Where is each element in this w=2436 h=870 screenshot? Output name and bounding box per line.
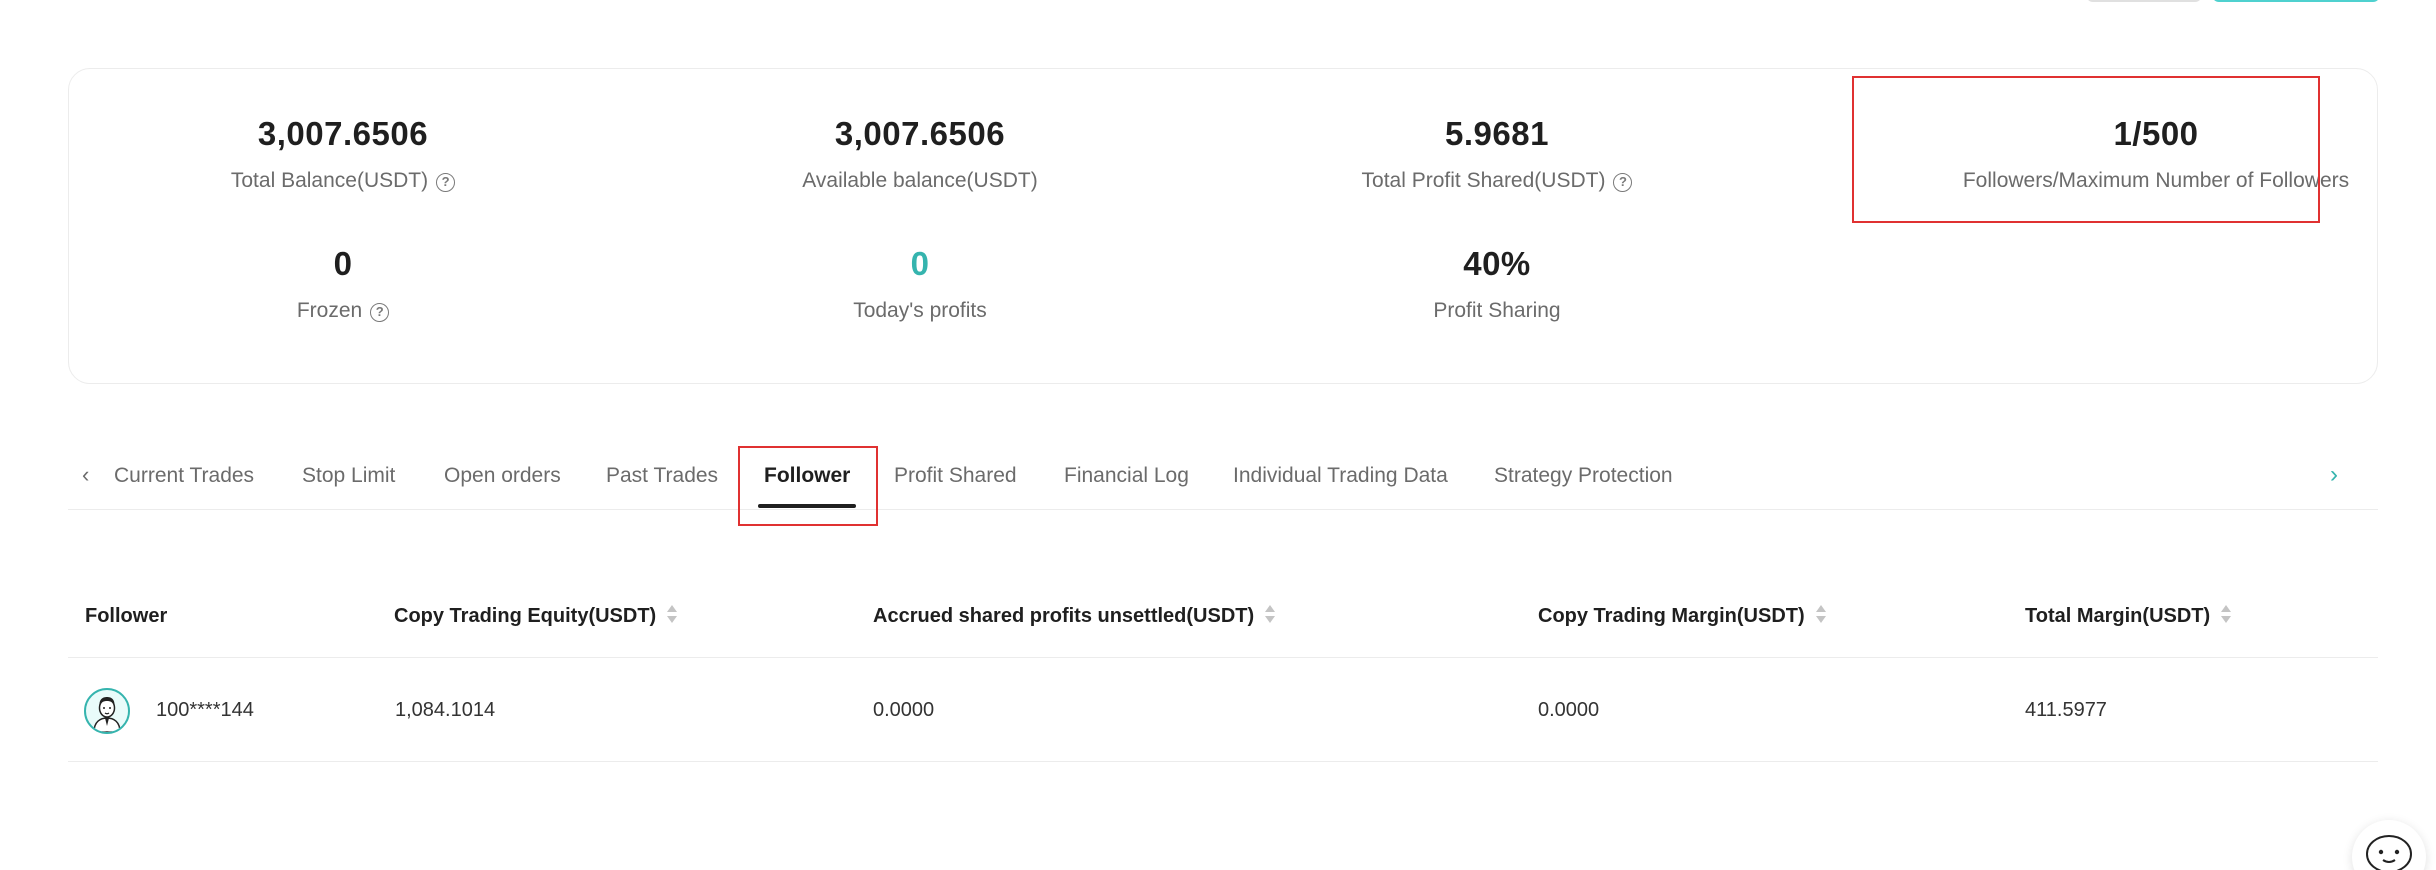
followers-highlight xyxy=(1852,76,2320,223)
column-header-margin-label: Copy Trading Margin(USDT) xyxy=(1538,605,1805,627)
available-balance-value: 3,007.6506 xyxy=(834,115,1006,152)
tab-individual-trading-data[interactable]: Individual Trading Data xyxy=(1233,462,1448,490)
profit-sharing-value: 40% xyxy=(1463,245,1531,282)
top-secondary-button[interactable] xyxy=(2086,0,2202,2)
profit-sharing-label: Profit Sharing xyxy=(1433,299,1561,322)
top-primary-button[interactable] xyxy=(2212,0,2380,2)
frozen-value: 0 xyxy=(333,245,353,282)
total-profit-shared-label-row: Total Profit Shared(USDT)? xyxy=(1217,167,1777,195)
chevron-right-icon[interactable]: › xyxy=(2330,462,2352,488)
tab-open-orders[interactable]: Open orders xyxy=(444,462,561,490)
tab-past-trades[interactable]: Past Trades xyxy=(606,462,718,490)
stat-todays-profits: 0 Today's profits xyxy=(640,243,1200,325)
frozen-label-row: Frozen? xyxy=(63,297,623,325)
cell-total-margin: 411.5977 xyxy=(2025,699,2107,721)
total-balance-value: 3,007.6506 xyxy=(257,115,429,152)
tab-current-trades[interactable]: Current Trades xyxy=(114,462,254,490)
help-icon[interactable]: ? xyxy=(370,303,390,322)
stat-available-balance: 3,007.6506 Available balance(USDT) xyxy=(640,113,1200,195)
table-row[interactable]: 100****144 1,084.1014 0.0000 0.0000 411.… xyxy=(68,658,2378,762)
account-fragment: 0_ xyxy=(128,0,146,2)
sort-icon[interactable] xyxy=(1815,604,1827,626)
column-header-total-margin-label: Total Margin(USDT) xyxy=(2025,605,2211,627)
help-icon[interactable]: ? xyxy=(436,173,456,192)
sort-icon[interactable] xyxy=(666,604,678,626)
column-header-equity[interactable]: Copy Trading Equity(USDT) xyxy=(394,602,678,630)
total-balance-label-row: Total Balance(USDT)? xyxy=(63,167,623,195)
avatar xyxy=(84,688,130,734)
cell-equity: 1,084.1014 xyxy=(395,699,496,721)
column-header-accrued[interactable]: Accrued shared profits unsettled(USDT) xyxy=(873,602,1276,630)
support-chat-button[interactable] xyxy=(2352,820,2426,870)
tab-financial-log[interactable]: Financial Log xyxy=(1064,462,1189,490)
stat-total-profit-shared: 5.9681 Total Profit Shared(USDT)? xyxy=(1217,113,1777,195)
total-profit-shared-value: 5.9681 xyxy=(1445,115,1549,152)
cell-margin: 0.0000 xyxy=(1538,699,1600,721)
total-balance-label: Total Balance(USDT) xyxy=(230,169,429,192)
stat-profit-sharing: 40% Profit Sharing xyxy=(1217,243,1777,325)
account-switcher[interactable]: 0_ xyxy=(78,0,148,4)
help-icon[interactable]: ? xyxy=(1613,173,1633,192)
column-header-total-margin[interactable]: Total Margin(USDT) xyxy=(2025,602,2232,630)
tab-bar: ‹ Current Trades Stop Limit Open orders … xyxy=(68,440,2378,510)
followers-table: Follower Copy Trading Equity(USDT) Accru… xyxy=(68,580,2378,762)
tab-strategy-protection[interactable]: Strategy Protection xyxy=(1494,462,1673,490)
user-avatar-icon xyxy=(93,697,121,732)
todays-profits-value: 0 xyxy=(910,245,930,282)
column-header-margin[interactable]: Copy Trading Margin(USDT) xyxy=(1538,602,1827,630)
stat-frozen: 0 Frozen? xyxy=(63,243,623,325)
available-balance-label: Available balance(USDT) xyxy=(802,169,1038,192)
follower-tab-highlight xyxy=(738,446,878,526)
chevron-left-icon[interactable]: ‹ xyxy=(82,462,104,488)
todays-profits-label: Today's profits xyxy=(853,299,987,322)
sort-icon[interactable] xyxy=(2220,604,2232,626)
tab-stop-limit[interactable]: Stop Limit xyxy=(302,462,395,490)
table-header: Follower Copy Trading Equity(USDT) Accru… xyxy=(68,580,2378,658)
tab-profit-shared[interactable]: Profit Shared xyxy=(894,462,1017,490)
column-header-follower: Follower xyxy=(85,605,168,627)
follower-id: 100****144 xyxy=(156,699,254,721)
sort-icon[interactable] xyxy=(1264,604,1276,626)
column-header-equity-label: Copy Trading Equity(USDT) xyxy=(394,605,657,627)
column-header-accrued-label: Accrued shared profits unsettled(USDT) xyxy=(873,605,1255,627)
stat-total-balance: 3,007.6506 Total Balance(USDT)? xyxy=(63,113,623,195)
frozen-label: Frozen xyxy=(296,299,363,322)
support-chat-icon xyxy=(2366,835,2412,870)
cell-accrued: 0.0000 xyxy=(873,699,935,721)
total-profit-shared-label: Total Profit Shared(USDT) xyxy=(1361,169,1606,192)
